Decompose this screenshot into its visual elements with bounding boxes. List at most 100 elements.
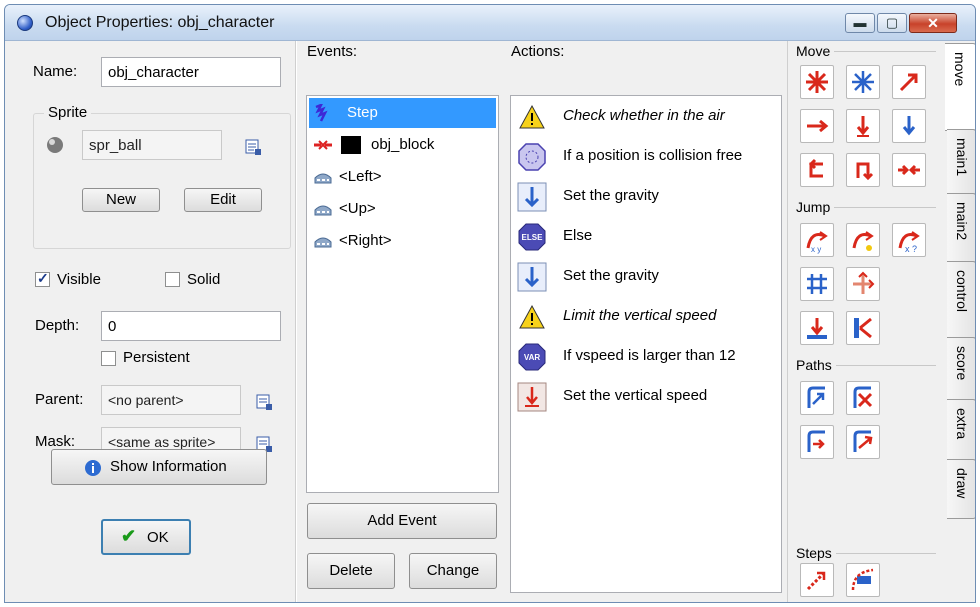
tab-label: draw [954, 468, 970, 499]
action-label: Limit the vertical speed [563, 307, 717, 324]
path-position-button[interactable] [800, 425, 834, 459]
action-label: Set the gravity [563, 187, 659, 204]
action-item[interactable]: Limit the vertical speed [515, 298, 777, 338]
tab-label: control [954, 270, 970, 313]
maximize-button[interactable]: ▢ [877, 13, 907, 33]
jump-position-button[interactable]: x y [800, 223, 834, 257]
jump-random-button[interactable]: x ? [892, 223, 926, 257]
keyboard-icon [314, 205, 332, 216]
name-field[interactable]: obj_character [101, 57, 281, 87]
align-grid-button[interactable] [800, 267, 834, 301]
sprite-edit-button[interactable]: Edit [184, 188, 262, 212]
jump-position-icon: x y [806, 231, 828, 254]
speed-vertical-icon [856, 116, 870, 137]
step-towards-button[interactable] [800, 563, 834, 597]
bounce-button[interactable] [846, 311, 880, 345]
svg-text:x ?: x ? [905, 244, 917, 254]
set-friction-button[interactable] [892, 153, 926, 187]
tab-main2[interactable]: main2 [947, 193, 975, 263]
sprite-field[interactable]: spr_ball [82, 130, 222, 160]
action-item[interactable]: If a position is collision free [515, 138, 777, 178]
action-item[interactable]: VAR If vspeed is larger than 12 [515, 338, 777, 378]
event-item-step[interactable]: Step [309, 98, 496, 128]
tab-control[interactable]: control [947, 261, 975, 339]
object-swatch-icon [341, 136, 361, 154]
end-path-icon [853, 386, 873, 408]
action-item[interactable]: Set the vertical speed [515, 378, 777, 418]
event-item-up[interactable]: <Up> [309, 194, 496, 224]
move-contact-button[interactable] [800, 311, 834, 345]
actions-list[interactable]: Check whether in the air If a position i… [510, 95, 782, 593]
ok-button[interactable]: ✔ OK [101, 519, 191, 555]
speed-horizontal-icon [807, 119, 829, 133]
persistent-checkbox[interactable] [101, 351, 116, 366]
step-avoiding-button[interactable] [846, 563, 880, 597]
sprite-menu-icon[interactable] [244, 138, 262, 156]
reverse-horizontal-button[interactable] [800, 153, 834, 187]
add-event-button[interactable]: Add Event [307, 503, 497, 539]
events-list[interactable]: Step obj_block <Left> <Up> <Right> [306, 95, 499, 493]
path-speed-button[interactable] [846, 425, 880, 459]
tab-label: score [954, 346, 970, 381]
sprite-new-button[interactable]: New [82, 188, 160, 212]
reverse-vertical-icon [856, 162, 874, 181]
path-position-icon [807, 430, 825, 452]
minimize-button[interactable]: ▬ [845, 13, 875, 33]
parent-field[interactable]: <no parent> [101, 385, 241, 415]
wrap-screen-button[interactable] [846, 267, 880, 301]
window-body: Name: obj_character Sprite spr_ball New … [5, 41, 975, 602]
action-item[interactable]: Check whether in the air [515, 98, 777, 138]
action-label: Check whether in the air [563, 107, 725, 124]
window-title: Object Properties: obj_character [45, 14, 275, 31]
tab-extra[interactable]: extra [947, 399, 975, 461]
tab-move[interactable]: move [945, 43, 975, 131]
set-path-button[interactable] [800, 381, 834, 415]
step-towards-icon [806, 571, 826, 591]
move-towards-icon [899, 73, 918, 92]
warning-icon [519, 104, 545, 129]
panel-divider [295, 41, 297, 602]
jump-start-button[interactable] [846, 223, 880, 257]
tab-main1[interactable]: main1 [947, 129, 975, 195]
gravity-icon [517, 182, 547, 212]
close-button[interactable]: ✕ [909, 13, 957, 33]
reverse-vertical-button[interactable] [846, 153, 880, 187]
properties-panel: Name: obj_character Sprite spr_ball New … [15, 49, 291, 597]
visible-checkbox[interactable] [35, 270, 50, 287]
jump-section-label: Jump [796, 199, 835, 215]
change-event-button[interactable]: Change [409, 553, 497, 589]
jump-random-icon: x ? [898, 231, 920, 254]
tab-draw[interactable]: draw [947, 459, 975, 519]
path-speed-icon [853, 430, 873, 452]
event-item-right[interactable]: <Right> [309, 226, 496, 256]
object-properties-window: Object Properties: obj_character ▬ ▢ ✕ N… [4, 4, 976, 603]
depth-field[interactable]: 0 [101, 311, 281, 341]
tab-score[interactable]: score [947, 337, 975, 401]
set-path-icon [807, 386, 825, 408]
set-gravity-icon [902, 116, 916, 136]
action-item[interactable]: Set the gravity [515, 178, 777, 218]
parent-menu-icon[interactable] [255, 393, 273, 411]
action-label: If a position is collision free [563, 147, 743, 164]
action-label: Set the vertical speed [563, 387, 708, 404]
event-item-collision[interactable]: obj_block [309, 130, 496, 160]
wrap-screen-icon [853, 271, 875, 294]
title-bar[interactable]: Object Properties: obj_character ▬ ▢ ✕ [5, 5, 975, 41]
align-grid-icon [807, 274, 827, 294]
show-information-button[interactable]: Show Information [51, 449, 267, 485]
action-item[interactable]: Set the gravity [515, 258, 777, 298]
speed-horizontal-button[interactable] [800, 109, 834, 143]
move-towards-button[interactable] [892, 65, 926, 99]
move-fixed-button[interactable] [800, 65, 834, 99]
delete-event-button[interactable]: Delete [307, 553, 395, 589]
event-item-left[interactable]: <Left> [309, 162, 496, 192]
speed-vertical-button[interactable] [846, 109, 880, 143]
solid-label: Solid [187, 271, 221, 288]
set-gravity-button[interactable] [892, 109, 926, 143]
paths-section-label: Paths [796, 357, 836, 373]
mask-label: Mask: [35, 433, 76, 450]
solid-checkbox[interactable] [165, 272, 180, 287]
end-path-button[interactable] [846, 381, 880, 415]
action-item[interactable]: ELSE Else [515, 218, 777, 258]
move-free-button[interactable] [846, 65, 880, 99]
